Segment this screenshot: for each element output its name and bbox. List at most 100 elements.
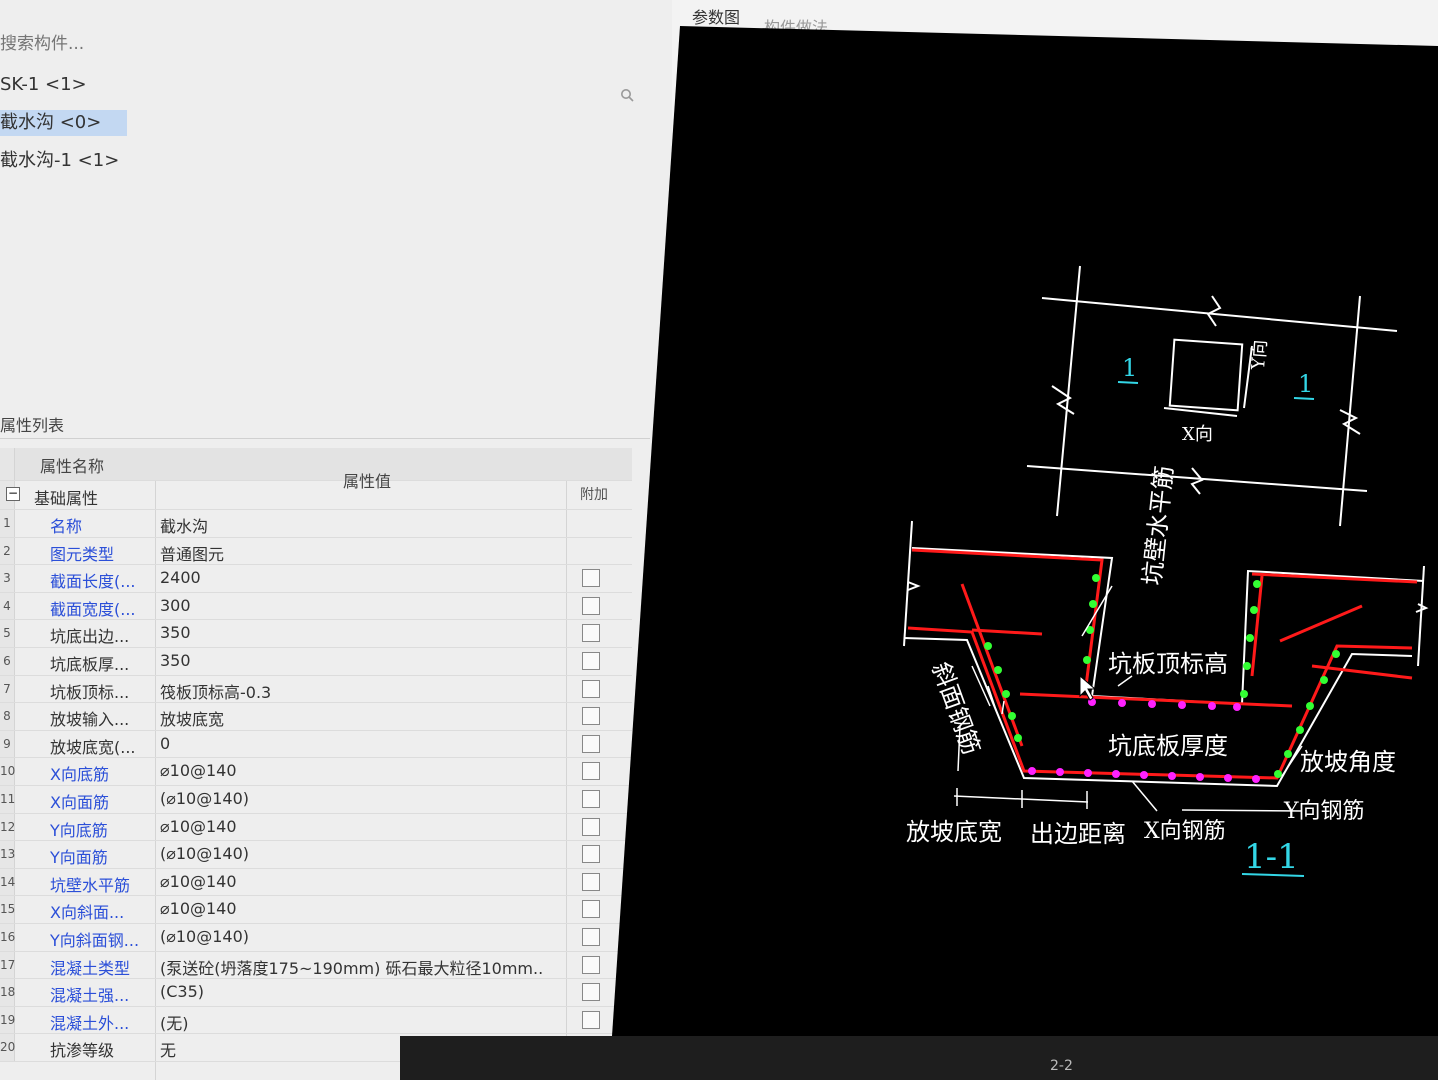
property-name: 截面长度(... [50,572,136,592]
extra-checkbox[interactable] [582,789,600,808]
property-row[interactable]: 1 名称 截水沟 [0,510,632,538]
extra-checkbox[interactable] [582,679,600,698]
properties-table: 属性名称 属性值 附加 − 基础属性 1 名称 截水沟 2 图元类型 普通图元 3 截面长度(… [0,448,632,1062]
property-group-label: 基础属性 [34,489,99,508]
property-name: 混凝土类型 [50,958,131,978]
property-name: 截面宽度(... [50,599,136,619]
property-row[interactable]: 10 X向底筋 ⌀10@140 [0,758,632,786]
property-value[interactable]: ⌀10@140 [160,817,542,836]
property-row[interactable]: 14 坑壁水平筋 ⌀10@140 [0,868,632,897]
property-row[interactable]: 9 放坡底宽(... 0 [0,730,632,759]
property-name: 放坡底宽(... [50,737,136,757]
property-group-basic[interactable]: − 基础属性 [0,481,632,510]
property-name: Y向面筋 [50,848,108,868]
properties-panel-title: 属性列表 [0,414,650,439]
property-value[interactable]: 截水沟 [160,513,542,537]
tree-item-jieshuigou-1[interactable]: 截水沟-1 <1> [0,148,145,174]
label-bottom-thickness: 坑底板厚度 [1108,732,1228,760]
property-row[interactable]: 17 混凝土类型 (泵送砼(坍落度175~190mm) 砾石最大粒径10mm... [0,951,632,980]
property-value[interactable]: ⌀10@140 [160,761,542,780]
extra-checkbox[interactable] [582,817,600,836]
search-bar [0,14,655,60]
property-name: 抗渗等级 [50,1041,115,1061]
left-panel: SK-1 <1> 截水沟 <0> 截水沟-1 <1> 属性列表 属性名称 属性值… [0,0,672,1080]
property-name: Y向底筋 [50,820,108,840]
search-input[interactable] [0,28,642,60]
property-row[interactable]: 12 Y向底筋 ⌀10@140 [0,813,632,842]
property-value[interactable]: (⌀10@140) [160,844,542,863]
row-index: 15 [0,896,15,923]
property-row[interactable]: 15 X向斜面... ⌀10@140 [0,896,632,924]
extra-checkbox[interactable] [582,734,600,753]
row-index: 11 [0,785,15,813]
property-value[interactable]: 350 [160,623,542,642]
extra-checkbox[interactable] [582,872,600,891]
extra-checkbox[interactable] [582,900,600,919]
property-value[interactable]: (无) [160,1010,542,1034]
parameter-diagram-canvas[interactable]: 1 1 Y向 X向 坑壁水平筋 坑板顶标高 斜面钢筋 坑底板厚度 放坡角度 Y向… [612,26,1438,1036]
extra-checkbox[interactable] [582,569,600,588]
property-name: 名称 [50,517,83,536]
property-name: 坑壁水平筋 [50,875,131,895]
extra-checkbox[interactable] [582,927,600,946]
extra-checkbox[interactable] [582,624,600,643]
row-index: 12 [0,813,15,841]
property-row[interactable]: 4 截面宽度(... 300 [0,592,632,621]
section-mark-left: 1 [1122,354,1137,382]
property-name: 放坡输入... [50,710,130,730]
label-x-bar: X向钢筋 [1144,819,1226,844]
tree-item-jieshuigou[interactable]: 截水沟 <0> [0,110,128,136]
property-value[interactable]: (⌀10@140) [160,789,542,808]
collapse-icon[interactable]: − [6,487,20,501]
property-value[interactable]: (C35) [160,982,542,1001]
row-index: 14 [0,868,15,896]
property-row[interactable]: 18 混凝土强... (C35) [0,979,632,1007]
row-index: 4 [0,592,15,620]
extra-checkbox[interactable] [582,707,600,726]
label-y-bar: Y向钢筋 [1283,799,1365,824]
property-value[interactable]: (⌀10@140) [160,927,542,946]
property-row[interactable]: 13 Y向面筋 (⌀10@140) [0,841,632,869]
section-title: 1-1 [1244,837,1299,877]
tab-parameter-diagram[interactable]: 参数图 [692,4,740,28]
property-row[interactable]: 16 Y向斜面钢... (⌀10@140) [0,923,632,952]
property-value[interactable]: 普通图元 [160,541,542,565]
extra-checkbox[interactable] [582,651,600,670]
property-row[interactable]: 3 截面长度(... 2400 [0,565,632,593]
property-value[interactable]: 筏板顶标高-0.3 [160,679,542,703]
property-value[interactable]: 放坡底宽 [160,706,542,730]
row-index: 19 [0,1006,15,1034]
extra-checkbox[interactable] [582,955,600,974]
property-row[interactable]: 11 X向面筋 (⌀10@140) [0,785,632,814]
extra-checkbox[interactable] [582,1010,600,1029]
row-index: 13 [0,841,15,868]
property-row[interactable]: 19 混凝土外... (无) [0,1006,632,1035]
row-index: 10 [0,758,15,785]
property-value[interactable]: ⌀10@140 [160,872,542,891]
row-index: 20 [0,1034,15,1061]
property-name: 图元类型 [50,544,115,564]
property-row[interactable]: 6 坑底板厚... 350 [0,647,632,676]
property-row[interactable]: 2 图元类型 普通图元 [0,537,632,566]
extra-checkbox[interactable] [582,845,600,864]
property-value[interactable]: (泵送砼(坍落度175~190mm) 砾石最大粒径10mm... [160,955,542,979]
row-index: 6 [0,647,15,675]
label-slope-width: 放坡底宽 [906,818,1002,846]
property-value[interactable]: 2400 [160,568,542,587]
property-row[interactable]: 5 坑底出边... 350 [0,620,632,648]
label-edge-distance: 出边距离 [1030,820,1126,848]
property-row[interactable]: 7 坑板顶标... 筏板顶标高-0.3 [0,675,632,704]
section-mark-right: 1 [1298,370,1313,398]
extra-checkbox[interactable] [582,762,600,781]
property-value[interactable]: 0 [160,734,542,753]
properties-table-header: 属性名称 属性值 附加 [0,448,632,503]
property-value[interactable]: 350 [160,651,542,670]
property-name: 坑底板厚... [50,654,130,674]
property-row[interactable]: 8 放坡输入... 放坡底宽 [0,703,632,731]
property-value[interactable]: 300 [160,596,542,615]
extra-checkbox[interactable] [582,983,600,1002]
property-value[interactable]: ⌀10@140 [160,899,542,918]
tree-item-sk1[interactable]: SK-1 <1> [0,72,113,98]
extra-checkbox[interactable] [582,596,600,615]
canvas-background [612,26,1438,1036]
